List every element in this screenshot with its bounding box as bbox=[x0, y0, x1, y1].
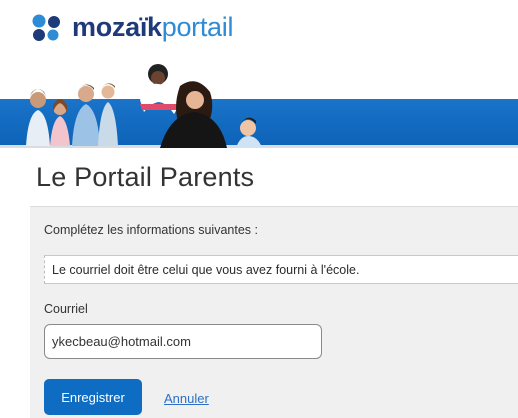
info-message-box: Le courriel doit être celui que vous ave… bbox=[44, 255, 518, 284]
mozaik-logo-icon bbox=[32, 14, 60, 41]
info-message: Le courriel doit être celui que vous ave… bbox=[52, 263, 360, 277]
cancel-link[interactable]: Annuler bbox=[164, 391, 209, 406]
email-field[interactable] bbox=[44, 324, 322, 359]
family-photo-illustration bbox=[26, 64, 262, 148]
logo-text: mozaïkportail bbox=[72, 12, 233, 42]
page-title: Le Portail Parents bbox=[36, 162, 255, 192]
logo-text-light: portail bbox=[161, 12, 234, 42]
form-instructions: Complétez les informations suivantes : bbox=[44, 223, 258, 237]
mozaik-logo[interactable]: mozaïkportail bbox=[30, 12, 233, 42]
logo-text-bold: mozaïk bbox=[72, 12, 162, 42]
registration-form-panel: Complétez les informations suivantes : L… bbox=[30, 206, 518, 418]
email-label: Courriel bbox=[44, 302, 88, 316]
save-button[interactable]: Enregistrer bbox=[44, 379, 142, 415]
header-banner bbox=[0, 56, 518, 148]
